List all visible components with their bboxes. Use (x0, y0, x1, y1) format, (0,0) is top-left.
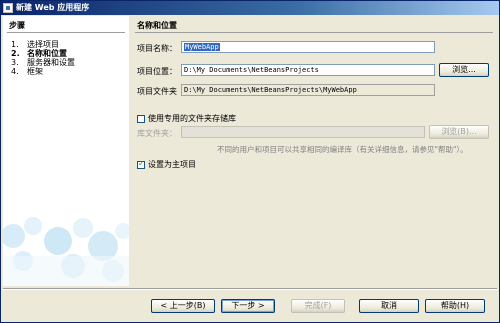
steps-header: 步骤 (9, 21, 25, 30)
step-number: 3. (11, 58, 19, 67)
main-project-checkbox-row[interactable]: ✓ 设置为主项目 (137, 159, 196, 170)
back-button[interactable]: < 上一步(B) (151, 299, 215, 313)
step-label: 选择项目 (27, 40, 59, 49)
step-item-select-project: 1. 选择项目 (11, 40, 75, 49)
panel-title: 名称和位置 (137, 21, 177, 30)
use-library-checkbox-row[interactable]: 使用专用的文件夹存储库 (137, 113, 236, 124)
step-label: 名称和位置 (27, 49, 67, 58)
project-folder-label: 项目文件夹 (137, 87, 177, 96)
project-name-value: MyWebApp (184, 43, 220, 51)
button-bar-divider-highlight (3, 289, 497, 290)
library-browse-button[interactable]: 浏览(B)... (429, 125, 489, 139)
library-folder-label: 库文件夹： (137, 129, 177, 138)
app-icon (3, 3, 13, 13)
steps-decoration-image (3, 217, 129, 286)
next-button[interactable]: 下一步 > (221, 299, 275, 313)
step-number: 1. (11, 40, 19, 49)
browse-button[interactable]: 浏览... (439, 63, 489, 77)
project-location-label: 项目位置： (137, 67, 177, 76)
project-folder-field[interactable]: D:\My Documents\NetBeansProjects\MyWebAp… (181, 84, 435, 96)
steps-divider (7, 32, 125, 33)
library-help-text: 不同的用户和项目可以共享相同的编译库（有关详细信息，请参见"帮助"）。 (217, 145, 468, 154)
new-web-app-dialog: 新建 Web 应用程序 步骤 1. 选择项目 2. 名称和位置 3. 服务器和设置 4… (0, 0, 500, 323)
step-item-frameworks: 4. 框架 (11, 67, 75, 76)
content-pane: 名称和位置 项目名称： MyWebApp 项目位置： D:\My Documen… (131, 16, 497, 286)
steps-list: 1. 选择项目 2. 名称和位置 3. 服务器和设置 4. 框架 (11, 40, 75, 76)
step-number: 2. (11, 49, 20, 58)
steps-pane: 步骤 1. 选择项目 2. 名称和位置 3. 服务器和设置 4. 框架 (3, 16, 129, 286)
project-location-input[interactable]: D:\My Documents\NetBeansProjects (181, 64, 435, 76)
help-button[interactable]: 帮助(H) (425, 299, 485, 313)
title-bar[interactable]: 新建 Web 应用程序 (1, 1, 499, 15)
project-name-input[interactable]: MyWebApp (181, 41, 435, 53)
window-title: 新建 Web 应用程序 (16, 3, 90, 12)
checkmark-icon: ✓ (138, 158, 145, 168)
step-number: 4. (11, 67, 19, 76)
step-item-server-settings: 3. 服务器和设置 (11, 58, 75, 67)
main-project-checkbox-label: 设置为主项目 (148, 160, 196, 169)
use-library-checkbox[interactable] (137, 114, 145, 123)
panel-divider (135, 32, 493, 33)
cancel-button[interactable]: 取消 (359, 299, 419, 313)
finish-button[interactable]: 完成(F) (291, 299, 345, 313)
library-folder-input[interactable] (181, 126, 425, 138)
project-name-label: 项目名称： (137, 44, 177, 53)
main-project-checkbox[interactable]: ✓ (137, 158, 145, 169)
step-label: 服务器和设置 (27, 58, 75, 67)
use-library-checkbox-label: 使用专用的文件夹存储库 (148, 114, 236, 123)
step-item-name-location: 2. 名称和位置 (11, 49, 75, 58)
step-label: 框架 (27, 67, 43, 76)
